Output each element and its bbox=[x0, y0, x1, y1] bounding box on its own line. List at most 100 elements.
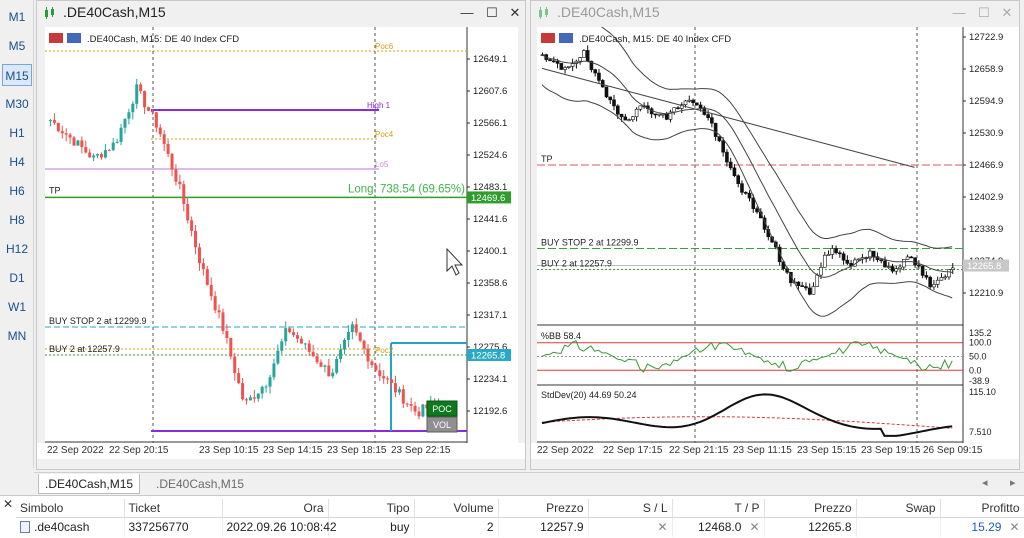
tab-chart-1[interactable]: .DE40Cash,M15 bbox=[38, 474, 141, 494]
candle-body bbox=[717, 136, 722, 142]
candle-body bbox=[883, 260, 887, 268]
time-label: 23 Sep 22:15 bbox=[391, 445, 451, 456]
mt-terminal: M1 M5 M15 M30 H1 H4 H6 H8 H12 D1 W1 MN .DE40Cash,M1… bbox=[0, 0, 1024, 538]
maximize-icon[interactable]: ☐ bbox=[974, 3, 994, 23]
level-tag: Poc6 bbox=[375, 42, 394, 51]
col-header-price-current[interactable]: Prezzo bbox=[764, 499, 857, 518]
right-chart-svg: 12722.9 12658.9 12594.9 12530.9 12466.9 12402… bbox=[537, 27, 1009, 443]
candle-body bbox=[845, 259, 850, 264]
candle-body bbox=[710, 117, 714, 124]
col-header-type[interactable]: Tipo bbox=[328, 499, 415, 518]
scroll-left-icon[interactable]: ◂ bbox=[982, 476, 988, 489]
maximize-icon[interactable]: ☐ bbox=[482, 3, 502, 23]
cell-tp[interactable]: 12468.0 ✕ bbox=[672, 517, 765, 537]
col-header-price-open[interactable]: Prezzo bbox=[498, 499, 589, 518]
candle-body bbox=[303, 343, 307, 345]
chart-caption-text: .DE40Cash, M15: DE 40 Index CFD bbox=[87, 34, 239, 45]
tab-chart-2[interactable]: .DE40Cash,M15 bbox=[150, 474, 250, 494]
candle-body bbox=[691, 99, 695, 104]
cell-price-open: 12257.9 bbox=[498, 517, 589, 537]
price-label: 12402.9 bbox=[969, 192, 1003, 203]
table-row[interactable]: .de40cash 337256770 2022.09.26 10:08:42 … bbox=[16, 517, 1024, 537]
candle-body bbox=[582, 50, 586, 58]
bb-scale-label: 0.0 bbox=[969, 365, 982, 375]
candle-body bbox=[233, 356, 237, 374]
chart-icon bbox=[49, 33, 63, 43]
candle-body bbox=[241, 383, 245, 400]
col-header-time[interactable]: Ora bbox=[222, 499, 329, 518]
col-header-swap[interactable]: Swap bbox=[856, 499, 941, 518]
minimize-icon[interactable]: — bbox=[949, 3, 969, 23]
timeframe-m5[interactable]: M5 bbox=[2, 35, 32, 57]
candle-body bbox=[84, 147, 88, 153]
left-chart-svg: 12649.1 12607.6 12566.1 12524.6 12483.1 12441… bbox=[45, 27, 511, 443]
candle-body bbox=[804, 286, 808, 289]
candle-body bbox=[815, 274, 820, 287]
col-header-sl[interactable]: S / L bbox=[588, 499, 673, 518]
candle-body bbox=[315, 356, 319, 363]
timeframe-mn[interactable]: MN bbox=[2, 325, 32, 347]
chart-icon bbox=[559, 33, 573, 43]
timeframe-m1[interactable]: M1 bbox=[2, 6, 32, 28]
candle-body bbox=[217, 310, 221, 313]
price-label: 12530.9 bbox=[969, 128, 1003, 139]
close-icon[interactable]: ✕ bbox=[997, 3, 1017, 23]
candle-body bbox=[319, 362, 323, 367]
candle-body bbox=[653, 113, 658, 116]
candle-body bbox=[350, 324, 354, 332]
close-icon[interactable]: ✕ bbox=[505, 3, 525, 23]
col-header-volume[interactable]: Volume bbox=[414, 499, 499, 518]
timeframe-d1[interactable]: D1 bbox=[2, 267, 32, 289]
timeframe-h6[interactable]: H6 bbox=[2, 180, 32, 202]
candle-body bbox=[323, 365, 327, 367]
candle-body bbox=[405, 403, 409, 405]
col-header-profit[interactable]: Profitto bbox=[940, 499, 1024, 518]
col-header-tp[interactable]: T / P bbox=[672, 499, 765, 518]
col-header-ticket[interactable]: Ticket bbox=[124, 499, 223, 518]
close-icon[interactable]: ✕ bbox=[3, 497, 15, 511]
candle-body bbox=[276, 350, 280, 364]
timeframe-h4[interactable]: H4 bbox=[2, 151, 32, 173]
window-title-bar[interactable]: .DE40Cash,M15 — ☐ ✕ bbox=[37, 1, 525, 25]
candle-body bbox=[841, 253, 846, 261]
candle-body bbox=[182, 184, 186, 204]
col-header-symbol[interactable]: Simbolo bbox=[16, 499, 125, 518]
candle-body bbox=[358, 332, 362, 341]
candle-body bbox=[879, 259, 884, 262]
candle-body bbox=[935, 279, 940, 285]
chart-icon bbox=[67, 33, 81, 43]
candle-body bbox=[76, 140, 80, 146]
long-label: Long: 738.54 (69.65%) bbox=[348, 183, 465, 195]
timeframe-h8[interactable]: H8 bbox=[2, 209, 32, 231]
stddev-scale-label: 7.510 bbox=[969, 427, 992, 437]
candle-body bbox=[339, 349, 343, 359]
scroll-right-icon[interactable]: ▸ bbox=[1010, 476, 1016, 489]
timeframe-h1[interactable]: H1 bbox=[2, 122, 32, 144]
timeframe-m30[interactable]: M30 bbox=[2, 93, 32, 115]
cell-symbol: .de40cash bbox=[16, 517, 125, 537]
candle-body bbox=[229, 338, 233, 357]
poc-button[interactable]: POC bbox=[426, 400, 458, 417]
time-label: 23 Sep 18:15 bbox=[327, 445, 387, 456]
clear-tp-icon[interactable]: ✕ bbox=[749, 520, 759, 534]
close-position-icon[interactable]: ✕ bbox=[1009, 520, 1019, 534]
vol-button[interactable]: VOL bbox=[426, 416, 458, 433]
price-chart-right[interactable]: 12722.9 12658.9 12594.9 12530.9 12466.9 12402… bbox=[537, 27, 1019, 443]
candle-body bbox=[248, 397, 252, 401]
candle-body bbox=[307, 343, 311, 352]
cell-sl[interactable]: ✕ bbox=[588, 517, 673, 537]
minimize-icon[interactable]: — bbox=[457, 3, 477, 23]
timeframe-m15[interactable]: M15 bbox=[2, 64, 32, 86]
timeframe-w1[interactable]: W1 bbox=[2, 296, 32, 318]
candle-body bbox=[362, 340, 366, 349]
candle-body bbox=[695, 102, 699, 106]
price-chart-left[interactable]: 12649.1 12607.6 12566.1 12524.6 12483.1 12441… bbox=[45, 27, 518, 443]
candle-body bbox=[96, 154, 100, 156]
window-title-bar[interactable]: .DE40Cash,M15 — ☐ ✕ bbox=[531, 1, 1019, 25]
candle-body bbox=[174, 169, 178, 182]
timeframe-h12[interactable]: H12 bbox=[2, 238, 32, 260]
candle-body bbox=[924, 275, 929, 278]
cell-ticket: 337256770 bbox=[124, 517, 223, 537]
clear-sl-icon[interactable]: ✕ bbox=[657, 520, 667, 534]
symbol-text: .de40cash bbox=[34, 520, 90, 535]
